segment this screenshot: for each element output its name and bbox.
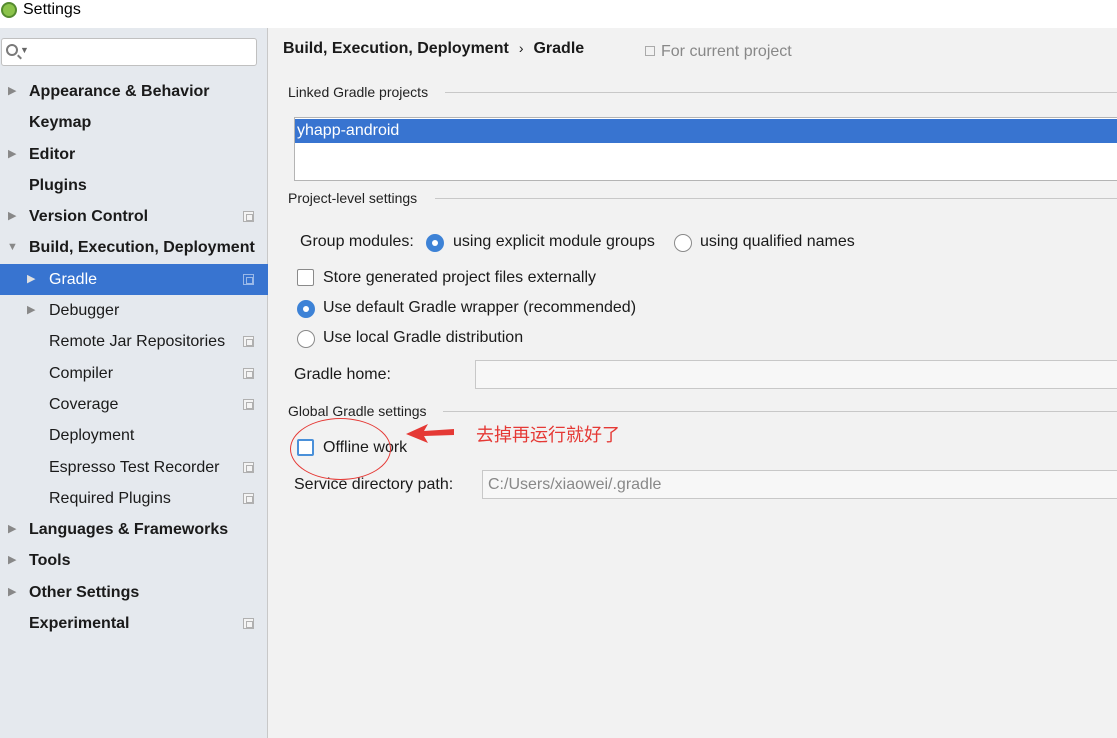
- section-divider: [445, 92, 1117, 93]
- search-history-dropdown-icon[interactable]: ▼: [20, 45, 29, 55]
- sidebar-item-label: Espresso Test Recorder: [49, 458, 220, 476]
- expand-arrow-icon[interactable]: ▶: [27, 264, 35, 295]
- service-directory-label: Service directory path:: [294, 476, 454, 493]
- linked-projects-list[interactable]: yhapp-android: [294, 117, 1117, 181]
- sidebar-item-deployment[interactable]: Deployment: [0, 420, 268, 451]
- settings-sidebar: ▼ ▶ Appearance & Behavior Keymap ▶ Edito…: [0, 28, 268, 738]
- search-icon[interactable]: [6, 44, 18, 56]
- expand-arrow-icon[interactable]: ▶: [8, 139, 16, 170]
- explicit-groups-radio[interactable]: [426, 234, 444, 252]
- sidebar-item-label: Debugger: [49, 302, 120, 320]
- sidebar-item-gradle[interactable]: ▶ Gradle: [0, 263, 268, 296]
- project-level-heading: Project-level settings: [288, 190, 418, 206]
- project-scope-icon: [645, 46, 655, 56]
- annotation-circle: [290, 418, 391, 480]
- breadcrumb-separator: ›: [518, 40, 524, 56]
- sidebar-item-label: Plugins: [29, 176, 87, 194]
- expand-arrow-icon[interactable]: ▶: [8, 514, 16, 545]
- sidebar-item-label: Tools: [29, 552, 71, 570]
- sidebar-item-label: Experimental: [29, 615, 130, 633]
- scope-indicator: For current project: [645, 43, 792, 61]
- project-scope-icon: [243, 367, 254, 379]
- sidebar-item-plugins[interactable]: Plugins: [0, 170, 268, 201]
- sidebar-item-espresso-test-recorder[interactable]: Espresso Test Recorder: [0, 452, 268, 483]
- gradle-home-label: Gradle home:: [294, 366, 391, 383]
- sidebar-item-label: Coverage: [49, 395, 119, 413]
- sidebar-item-languages-frameworks[interactable]: ▶ Languages & Frameworks: [0, 514, 268, 545]
- store-external-checkbox[interactable]: [297, 269, 314, 286]
- sidebar-item-debugger[interactable]: ▶ Debugger: [0, 295, 268, 326]
- project-scope-icon: [243, 211, 254, 223]
- sidebar-item-label: Other Settings: [29, 583, 140, 601]
- explicit-groups-label[interactable]: using explicit module groups: [453, 233, 655, 251]
- sidebar-item-label: Gradle: [49, 270, 98, 288]
- sidebar-item-keymap[interactable]: Keymap: [0, 107, 268, 138]
- sidebar-item-label: Keymap: [29, 114, 92, 132]
- sidebar-item-coverage[interactable]: Coverage: [0, 389, 268, 420]
- sidebar-item-label: Compiler: [49, 364, 114, 382]
- sidebar-item-appearance-behavior[interactable]: ▶ Appearance & Behavior: [0, 76, 268, 107]
- project-scope-icon: [243, 336, 254, 348]
- expand-arrow-icon[interactable]: ▶: [8, 201, 16, 232]
- sidebar-item-label: Version Control: [29, 208, 149, 226]
- annotation-text: 去掉再运行就好了: [476, 425, 620, 446]
- list-item-selected[interactable]: yhapp-android: [295, 119, 1117, 143]
- gradle-settings-panel: Build, Execution, Deployment › Gradle For …: [269, 28, 1117, 738]
- sidebar-item-experimental[interactable]: Experimental: [0, 608, 268, 639]
- expand-arrow-icon[interactable]: ▶: [8, 545, 16, 576]
- qualified-names-radio[interactable]: [674, 234, 692, 252]
- sidebar-item-label: Required Plugins: [49, 489, 171, 507]
- scope-label: For current project: [661, 43, 792, 60]
- default-wrapper-label[interactable]: Use default Gradle wrapper (recommended): [323, 299, 636, 317]
- local-distribution-label[interactable]: Use local Gradle distribution: [323, 329, 523, 347]
- group-modules-label: Group modules:: [300, 233, 414, 250]
- annotation-arrow-icon: [406, 424, 454, 443]
- sidebar-item-label: Editor: [29, 145, 76, 163]
- global-settings-heading: Global Gradle settings: [288, 403, 427, 419]
- expand-arrow-icon[interactable]: ▶: [8, 577, 16, 608]
- expand-arrow-icon[interactable]: ▶: [27, 295, 35, 326]
- breadcrumb-current: Gradle: [533, 40, 585, 57]
- sidebar-item-remote-jar-repositories[interactable]: Remote Jar Repositories: [0, 326, 268, 357]
- sidebar-item-version-control[interactable]: ▶ Version Control: [0, 201, 268, 232]
- project-scope-icon: [243, 461, 254, 473]
- sidebar-item-build-execution-deployment[interactable]: ▼ Build, Execution, Deployment: [0, 232, 268, 263]
- expand-arrow-icon[interactable]: ▶: [8, 76, 16, 107]
- settings-search[interactable]: ▼: [1, 38, 257, 66]
- section-divider: [435, 198, 1117, 199]
- sidebar-item-tools[interactable]: ▶ Tools: [0, 545, 268, 576]
- sidebar-item-compiler[interactable]: Compiler: [0, 358, 268, 389]
- android-studio-icon: [1, 2, 17, 18]
- settings-tree: ▶ Appearance & Behavior Keymap ▶ Editor …: [0, 76, 268, 639]
- service-directory-field[interactable]: C:/Users/xiaowei/.gradle: [482, 470, 1117, 499]
- section-divider: [443, 411, 1117, 412]
- project-scope-icon: [243, 492, 254, 504]
- local-distribution-radio[interactable]: [297, 330, 315, 348]
- project-scope-icon: [243, 398, 254, 410]
- project-scope-icon: [243, 618, 254, 630]
- breadcrumb-parent: Build, Execution, Deployment: [283, 40, 509, 57]
- linked-projects-heading: Linked Gradle projects: [288, 84, 429, 100]
- sidebar-item-label: Build, Execution, Deployment: [29, 239, 255, 257]
- sidebar-item-label: Remote Jar Repositories: [49, 333, 226, 351]
- default-wrapper-radio[interactable]: [297, 300, 315, 318]
- sidebar-item-label: Languages & Frameworks: [29, 521, 229, 539]
- breadcrumb: Build, Execution, Deployment › Gradle: [283, 40, 584, 58]
- qualified-names-label[interactable]: using qualified names: [700, 233, 855, 251]
- gradle-home-field[interactable]: [475, 360, 1117, 389]
- window-title: Settings: [23, 1, 81, 18]
- project-scope-icon: [243, 273, 254, 285]
- sidebar-item-required-plugins[interactable]: Required Plugins: [0, 483, 268, 514]
- store-external-label[interactable]: Store generated project files externally: [323, 269, 596, 287]
- collapse-arrow-icon[interactable]: ▼: [7, 232, 18, 263]
- sidebar-item-other-settings[interactable]: ▶ Other Settings: [0, 577, 268, 608]
- sidebar-item-editor[interactable]: ▶ Editor: [0, 139, 268, 170]
- search-input[interactable]: [30, 42, 250, 62]
- title-bar: Settings: [0, 0, 1117, 28]
- sidebar-item-label: Deployment: [49, 427, 135, 445]
- sidebar-item-label: Appearance & Behavior: [29, 83, 210, 100]
